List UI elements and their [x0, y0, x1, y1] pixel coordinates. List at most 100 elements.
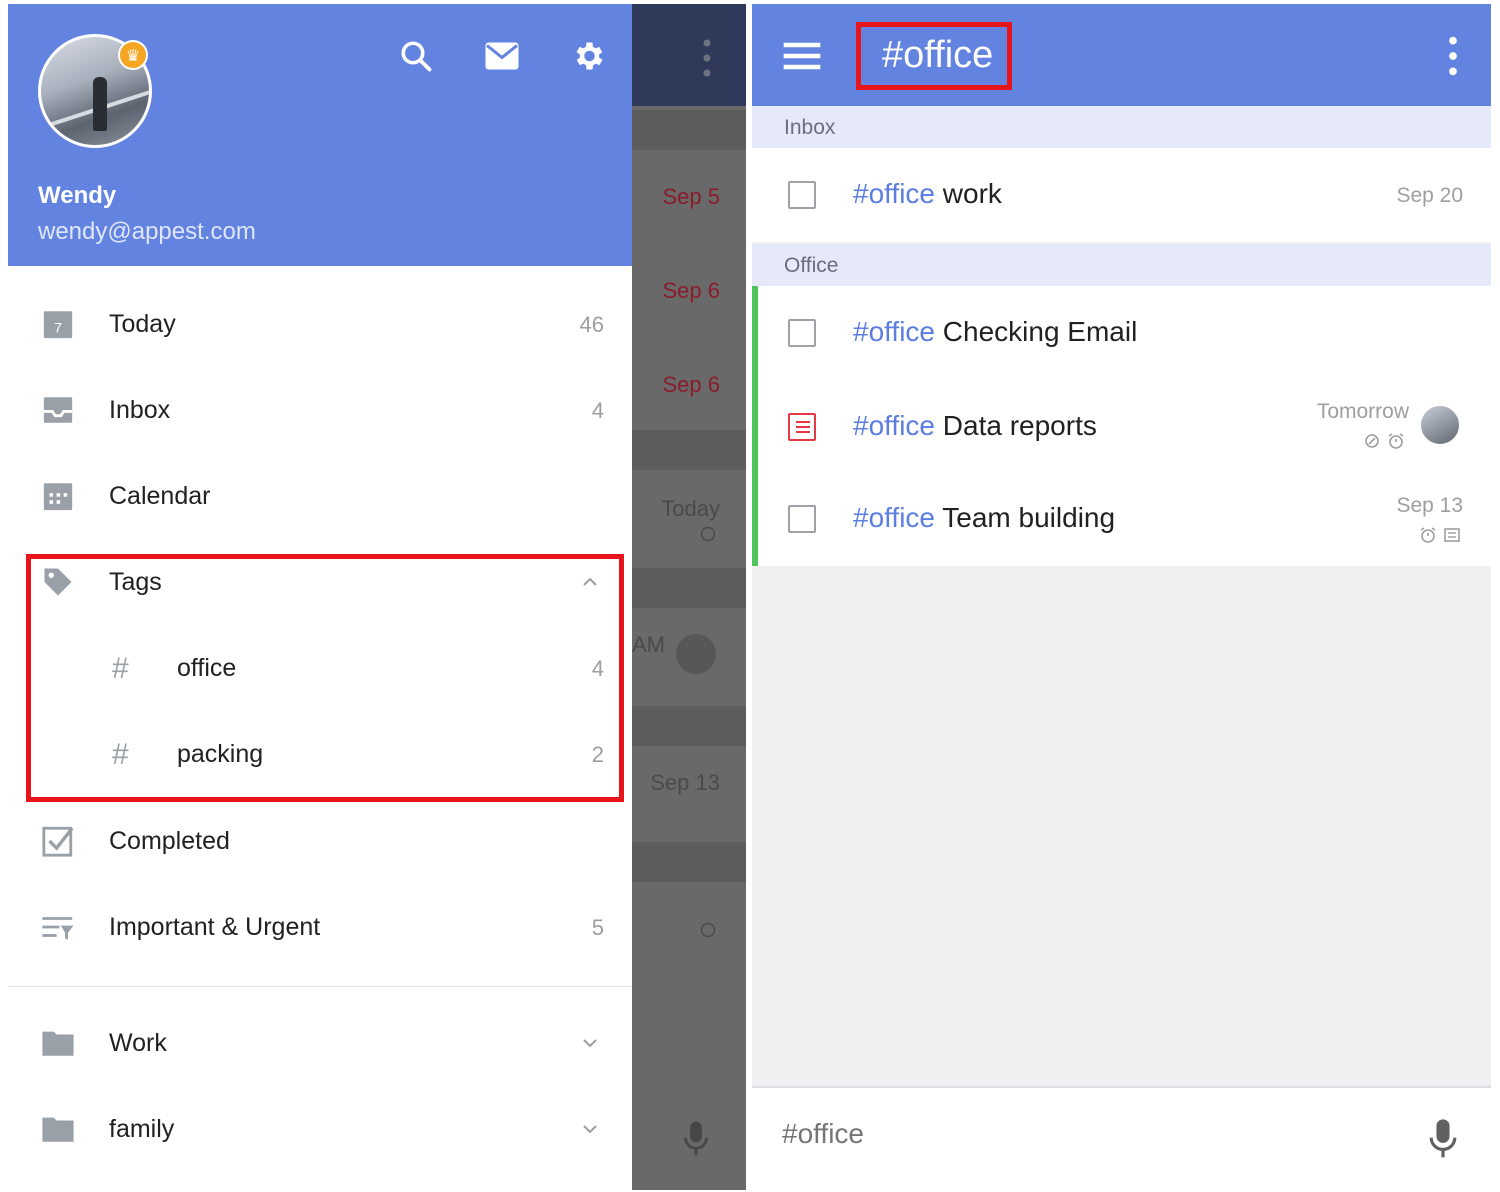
task-due-date: Sep 13: [1396, 494, 1463, 517]
microphone-icon[interactable]: [1427, 1118, 1459, 1160]
tag-count-packing: 2: [591, 742, 604, 767]
nav-label-completed: Completed: [109, 827, 230, 855]
task-tag[interactable]: #office: [853, 178, 935, 209]
calendar-today-icon: 7: [40, 306, 76, 342]
overflow-menu-icon[interactable]: [1441, 34, 1465, 78]
task-title[interactable]: #office Data reports: [853, 410, 1097, 442]
note-line: [796, 421, 810, 423]
task-row[interactable]: #office Checking Email: [752, 286, 1491, 380]
task-due-date: Tomorrow: [1316, 400, 1409, 423]
gear-icon[interactable]: [566, 34, 610, 78]
folder-item-family[interactable]: family: [8, 1087, 632, 1173]
nav-item-tags[interactable]: Tags: [8, 540, 632, 626]
task-checkbox[interactable]: [788, 181, 816, 209]
microphone-icon: [684, 1121, 708, 1156]
inbox-icon: [40, 392, 76, 428]
task-note-checkbox[interactable]: [788, 413, 816, 441]
task-tag[interactable]: #office: [853, 410, 935, 441]
folder-item-work[interactable]: Work: [8, 1001, 632, 1087]
note-icon: [1444, 528, 1460, 542]
nav-count-inbox: 4: [591, 398, 604, 423]
hashtag-icon: #: [112, 652, 129, 685]
task-checkbox[interactable]: [788, 319, 816, 347]
quick-add-input[interactable]: [782, 1118, 1382, 1150]
nav-item-calendar[interactable]: Calendar: [8, 454, 632, 540]
clock-icon: [700, 526, 716, 542]
alarm-icon: [1388, 433, 1404, 449]
checkbox-checked-icon: [40, 823, 76, 859]
folder-icon: [40, 1111, 76, 1147]
nav-label-tags: Tags: [109, 568, 162, 596]
search-icon[interactable]: [394, 34, 438, 78]
task-checkbox[interactable]: [788, 505, 816, 533]
mail-icon[interactable]: [480, 34, 524, 78]
hashtag-icon: #: [112, 738, 129, 771]
tag-label-packing: packing: [177, 740, 264, 768]
drawer-scrim[interactable]: Sep 5 Sep 6 Sep 6 Today AM Sep 13: [632, 4, 746, 1190]
task-text: Team building: [942, 502, 1116, 533]
section-color-bar: [752, 286, 758, 566]
nav-label-today: Today: [109, 310, 176, 338]
calendar-today-icon-number: 7: [54, 321, 62, 337]
task-row[interactable]: #office Team building Sep 13: [752, 474, 1491, 566]
chevron-down-icon[interactable]: [578, 1031, 602, 1055]
task-title[interactable]: #office Team building: [853, 502, 1115, 534]
scrim-section-band: [632, 568, 746, 608]
tag-item-packing[interactable]: # packing 2: [8, 712, 632, 798]
section-header-label: Office: [784, 254, 839, 277]
user-name: Wendy: [38, 182, 117, 209]
folder-label-work: Work: [109, 1029, 167, 1057]
section-header-office: Office: [752, 244, 1491, 286]
task-due-date: Sep 20: [1396, 184, 1463, 207]
user-email: wendy@appest.com: [38, 218, 256, 245]
alarm-icon: [1420, 527, 1436, 543]
page-title: #office: [882, 34, 994, 76]
nav-label-important-urgent: Important & Urgent: [109, 913, 321, 941]
tag-item-office[interactable]: # office 4: [8, 626, 632, 712]
scrim-section-band: [632, 430, 746, 470]
section-header-label: Inbox: [784, 116, 836, 139]
avatar: [676, 634, 716, 674]
tag-view-panel: #office Inbox #office work Sep 20 Office…: [752, 4, 1491, 1190]
hamburger-menu-icon[interactable]: [780, 34, 824, 78]
task-tag[interactable]: #office: [853, 502, 935, 533]
repeat-icon: [1365, 434, 1379, 448]
nav-item-important-urgent[interactable]: Important & Urgent 5: [8, 885, 632, 971]
task-row[interactable]: #office work Sep 20: [752, 148, 1491, 242]
drawer-header: ♛ Wendy wendy@appest.com: [8, 4, 632, 266]
task-text: work: [942, 178, 1002, 209]
scrim-am-label: AM: [632, 632, 665, 657]
folder-icon: [40, 1025, 76, 1061]
task-row[interactable]: #office Data reports Tomorrow: [752, 380, 1491, 474]
scrim-section-band: [632, 706, 746, 746]
scrim-date: Sep 13: [650, 770, 720, 795]
scrim-section-band: [632, 110, 746, 150]
nav-item-completed[interactable]: Completed: [8, 799, 632, 885]
calendar-icon: [40, 478, 76, 514]
scrim-appbar: [632, 4, 746, 106]
task-indicator-icons: [1419, 526, 1461, 544]
nav-item-today[interactable]: 7 Today 46: [8, 282, 632, 368]
chevron-up-icon[interactable]: [578, 570, 602, 594]
chevron-down-icon[interactable]: [578, 1117, 602, 1141]
scrim-date: Sep 6: [662, 278, 721, 303]
task-title[interactable]: #office work: [853, 178, 1002, 210]
task-tag[interactable]: #office: [853, 316, 935, 347]
clock-icon: [700, 922, 716, 938]
premium-crown-icon: ♛: [118, 40, 148, 70]
task-text: Data reports: [942, 410, 1097, 441]
assignee-avatar[interactable]: [1419, 404, 1461, 446]
tag-count-office: 4: [591, 656, 604, 681]
drawer-divider: [8, 986, 632, 987]
nav-label-inbox: Inbox: [109, 396, 171, 424]
nav-label-calendar: Calendar: [109, 482, 211, 510]
section-header-inbox: Inbox: [752, 106, 1491, 148]
scrim-today-label: Today: [661, 496, 720, 521]
task-indicator-icons: [1363, 432, 1405, 450]
note-line: [796, 431, 810, 433]
task-text: Checking Email: [942, 316, 1138, 347]
app-bar: #office: [752, 4, 1491, 106]
overflow-menu-icon: [703, 39, 711, 77]
nav-item-inbox[interactable]: Inbox 4: [8, 368, 632, 454]
task-title[interactable]: #office Checking Email: [853, 316, 1137, 348]
